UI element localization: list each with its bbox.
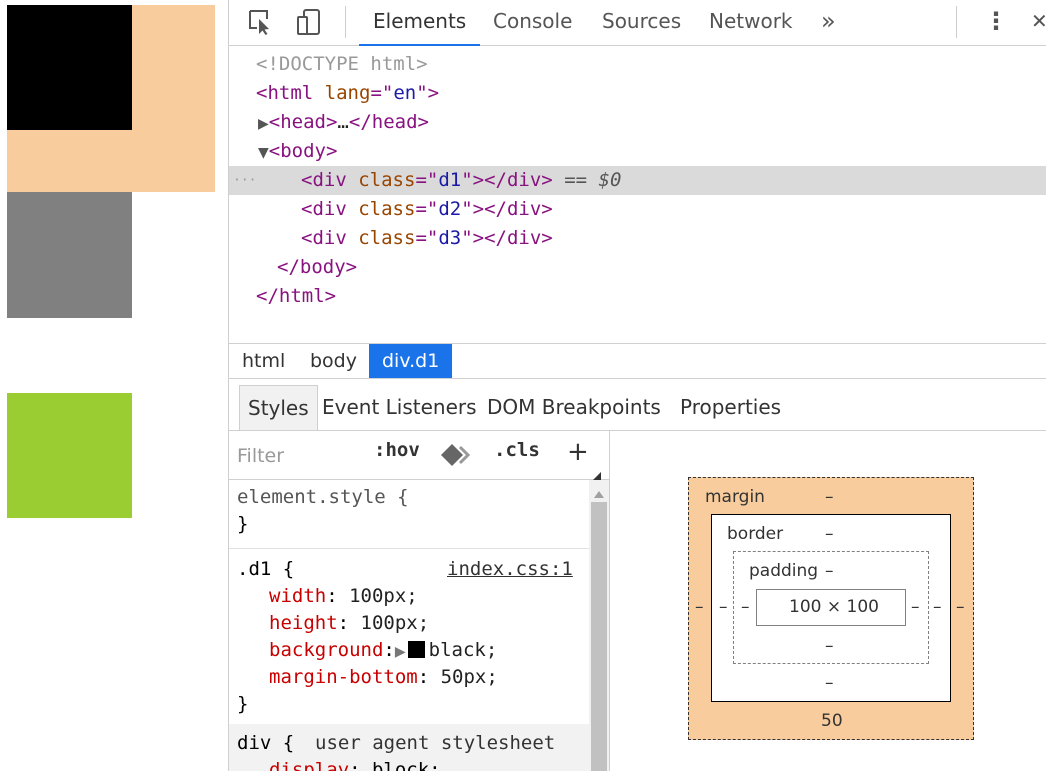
collapse-triangle-icon[interactable]: ▼ xyxy=(258,145,269,161)
expand-triangle-icon[interactable]: ▶ xyxy=(395,644,406,660)
add-rule-icon[interactable]: + xyxy=(567,437,589,467)
html-tag-open: <html xyxy=(256,82,314,104)
padding-left-value: – xyxy=(741,597,750,617)
margin-right-value: – xyxy=(956,597,965,617)
rule-divider xyxy=(229,548,589,549)
breadcrumb-body[interactable]: body xyxy=(297,344,370,378)
tab-dom-breakpoints[interactable]: DOM Breakpoints xyxy=(487,385,661,430)
styles-pane: :hov .cls + element.style { } .d1 { inde… xyxy=(229,431,610,771)
kebab-menu-icon[interactable]: ⋮ xyxy=(984,0,1008,45)
ua-prop-partial: display: block; xyxy=(269,759,441,771)
class-d2: d2 xyxy=(438,198,462,220)
prop-height[interactable]: height: 100px; xyxy=(269,610,429,637)
prop-margin-bottom[interactable]: margin-bottom: 50px; xyxy=(269,664,498,691)
dom-line-d3[interactable]: <div class="d3"></div> xyxy=(229,224,1046,253)
div-d1-preview[interactable] xyxy=(7,5,132,130)
styles-scrollbar[interactable] xyxy=(589,480,609,771)
devtools-toolbar: Elements Console Sources Network » ⋮ ✕ xyxy=(229,0,1046,46)
d1-source-link[interactable]: index.css:1 xyxy=(447,556,573,583)
tab-network[interactable]: Network xyxy=(709,0,793,45)
border-right-value: – xyxy=(933,597,942,617)
padding-bottom-value: – xyxy=(825,636,834,656)
selected-marker: == $0 xyxy=(564,169,622,191)
lang-value: en xyxy=(393,82,417,104)
expand-triangle-icon[interactable]: ▶ xyxy=(258,116,269,132)
dom-tree: <!DOCTYPE html> <html lang="en"> ▶<head>… xyxy=(229,46,1046,342)
breadcrumb-html[interactable]: html xyxy=(229,344,298,378)
dots-icon[interactable]: ··· xyxy=(233,166,256,195)
prop-width[interactable]: width: 100px; xyxy=(269,583,418,610)
toolbar-divider-right xyxy=(956,6,957,38)
border-bottom-value: – xyxy=(825,673,834,693)
close-brace: } xyxy=(237,513,249,535)
tab-styles[interactable]: Styles xyxy=(239,385,318,430)
ua-source: user agent stylesheet xyxy=(315,732,556,754)
close-brace: } xyxy=(237,693,249,715)
tab-elements[interactable]: Elements xyxy=(358,0,481,46)
ua-selector[interactable]: div { xyxy=(237,730,294,757)
device-toggle-icon[interactable] xyxy=(295,8,323,36)
d1-selector[interactable]: .d1 { xyxy=(237,556,294,583)
cursor-select-icon[interactable] xyxy=(247,8,275,36)
style-rules: element.style { } .d1 { index.css:1 widt… xyxy=(229,480,589,771)
filter-bar: :hov .cls + xyxy=(229,431,609,480)
border-label: border xyxy=(727,524,784,544)
devtools-panel: Elements Console Sources Network » ⋮ ✕ <… xyxy=(228,0,1046,771)
margin-left-value: – xyxy=(695,597,704,617)
more-tabs-icon[interactable]: » xyxy=(821,0,836,45)
sidebar-tabs: Styles Event Listeners DOM Breakpoints P… xyxy=(229,385,1046,431)
dom-line-doctype[interactable]: <!DOCTYPE html> xyxy=(229,50,1046,79)
content-size: 100 × 100 xyxy=(789,597,879,617)
class-d3: d3 xyxy=(438,227,462,249)
doctype: <!DOCTYPE html> xyxy=(256,53,428,75)
tab-event-listeners[interactable]: Event Listeners xyxy=(322,385,477,430)
breadcrumb: html body div.d1 xyxy=(229,343,1046,379)
dom-line-body-close[interactable]: </body> xyxy=(229,253,1046,282)
class-d1: d1 xyxy=(438,169,462,191)
tab-console[interactable]: Console xyxy=(493,0,572,45)
dom-line-html[interactable]: <html lang="en"> xyxy=(229,79,1046,108)
border-left-value: – xyxy=(719,597,728,617)
page-preview xyxy=(0,0,228,771)
paint-diamond-icon[interactable] xyxy=(441,444,471,470)
close-icon[interactable]: ✕ xyxy=(1031,0,1046,45)
padding-right-value: – xyxy=(911,597,920,617)
element-style-selector[interactable]: element.style { xyxy=(237,484,409,511)
padding-top-value: – xyxy=(825,561,834,581)
border-top-value: – xyxy=(825,524,834,544)
scroll-up-icon[interactable] xyxy=(594,484,604,503)
margin-top-value: – xyxy=(825,487,834,507)
cls-toggle[interactable]: .cls xyxy=(494,439,540,461)
tab-properties[interactable]: Properties xyxy=(680,385,781,430)
breadcrumb-div-d1[interactable]: div.d1 xyxy=(369,344,453,378)
box-model: margin – border – padding – 100 × 100 – … xyxy=(609,431,1046,771)
div-d3-preview[interactable] xyxy=(7,393,132,518)
prop-background[interactable]: background:▶ black; xyxy=(269,637,497,664)
dom-line-d1[interactable]: ··· <div class="d1"></div> == $0 xyxy=(229,166,1046,195)
tab-sources[interactable]: Sources xyxy=(602,0,681,45)
margin-label: margin xyxy=(705,487,765,507)
padding-label: padding xyxy=(749,561,819,581)
toolbar-divider xyxy=(345,6,346,38)
scroll-thumb[interactable] xyxy=(591,502,607,771)
hov-toggle[interactable]: :hov xyxy=(374,439,420,461)
color-swatch[interactable] xyxy=(407,641,425,658)
margin-bottom-value: 50 xyxy=(821,711,843,731)
dom-line-head[interactable]: ▶<head>…</head> xyxy=(229,108,1046,137)
div-d2-preview[interactable] xyxy=(7,192,132,318)
filter-input[interactable] xyxy=(235,441,359,471)
dom-line-body[interactable]: ▼<body> xyxy=(229,137,1046,166)
dom-line-html-close[interactable]: </html> xyxy=(229,282,1046,311)
lang-attr: lang xyxy=(324,82,371,104)
dom-line-d2[interactable]: <div class="d2"></div> xyxy=(229,195,1046,224)
